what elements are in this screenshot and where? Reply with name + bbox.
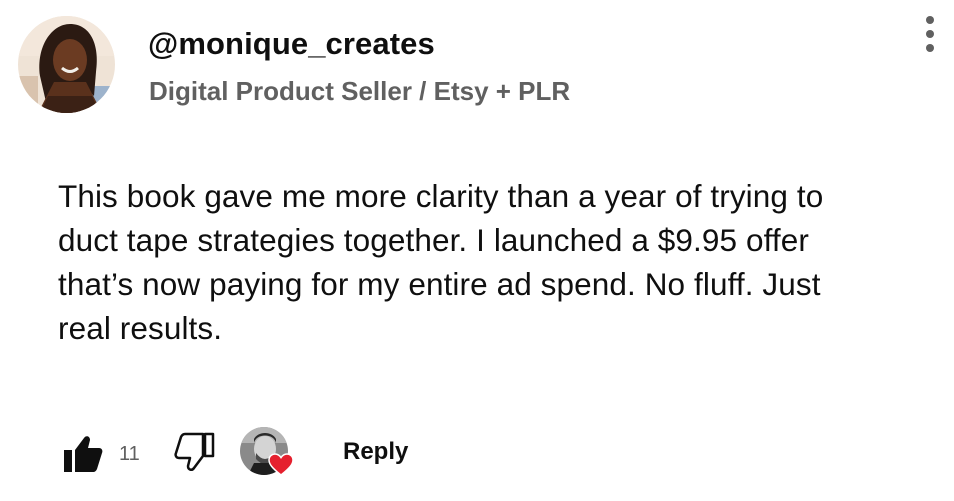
dislike-button[interactable]: [174, 432, 216, 472]
user-avatar[interactable]: [18, 16, 115, 113]
username[interactable]: @monique_creates: [148, 26, 435, 62]
like-button[interactable]: [62, 434, 104, 474]
reply-button[interactable]: Reply: [343, 438, 408, 466]
like-count: 11: [119, 443, 140, 465]
user-subtitle: Digital Product Seller / Etsy + PLR: [149, 76, 571, 106]
comment-text: This book gave me more clarity than a ye…: [58, 178, 824, 346]
creator-heart-badge: [240, 427, 296, 479]
creator-heart-icon: [268, 453, 294, 476]
thumbs-up-icon: [64, 436, 103, 472]
avatar-photo-icon: [18, 16, 115, 113]
thumbs-down-icon: [174, 432, 215, 471]
more-options-button[interactable]: [916, 12, 944, 56]
comment-card: @monique_creates Digital Product Seller …: [0, 0, 954, 501]
